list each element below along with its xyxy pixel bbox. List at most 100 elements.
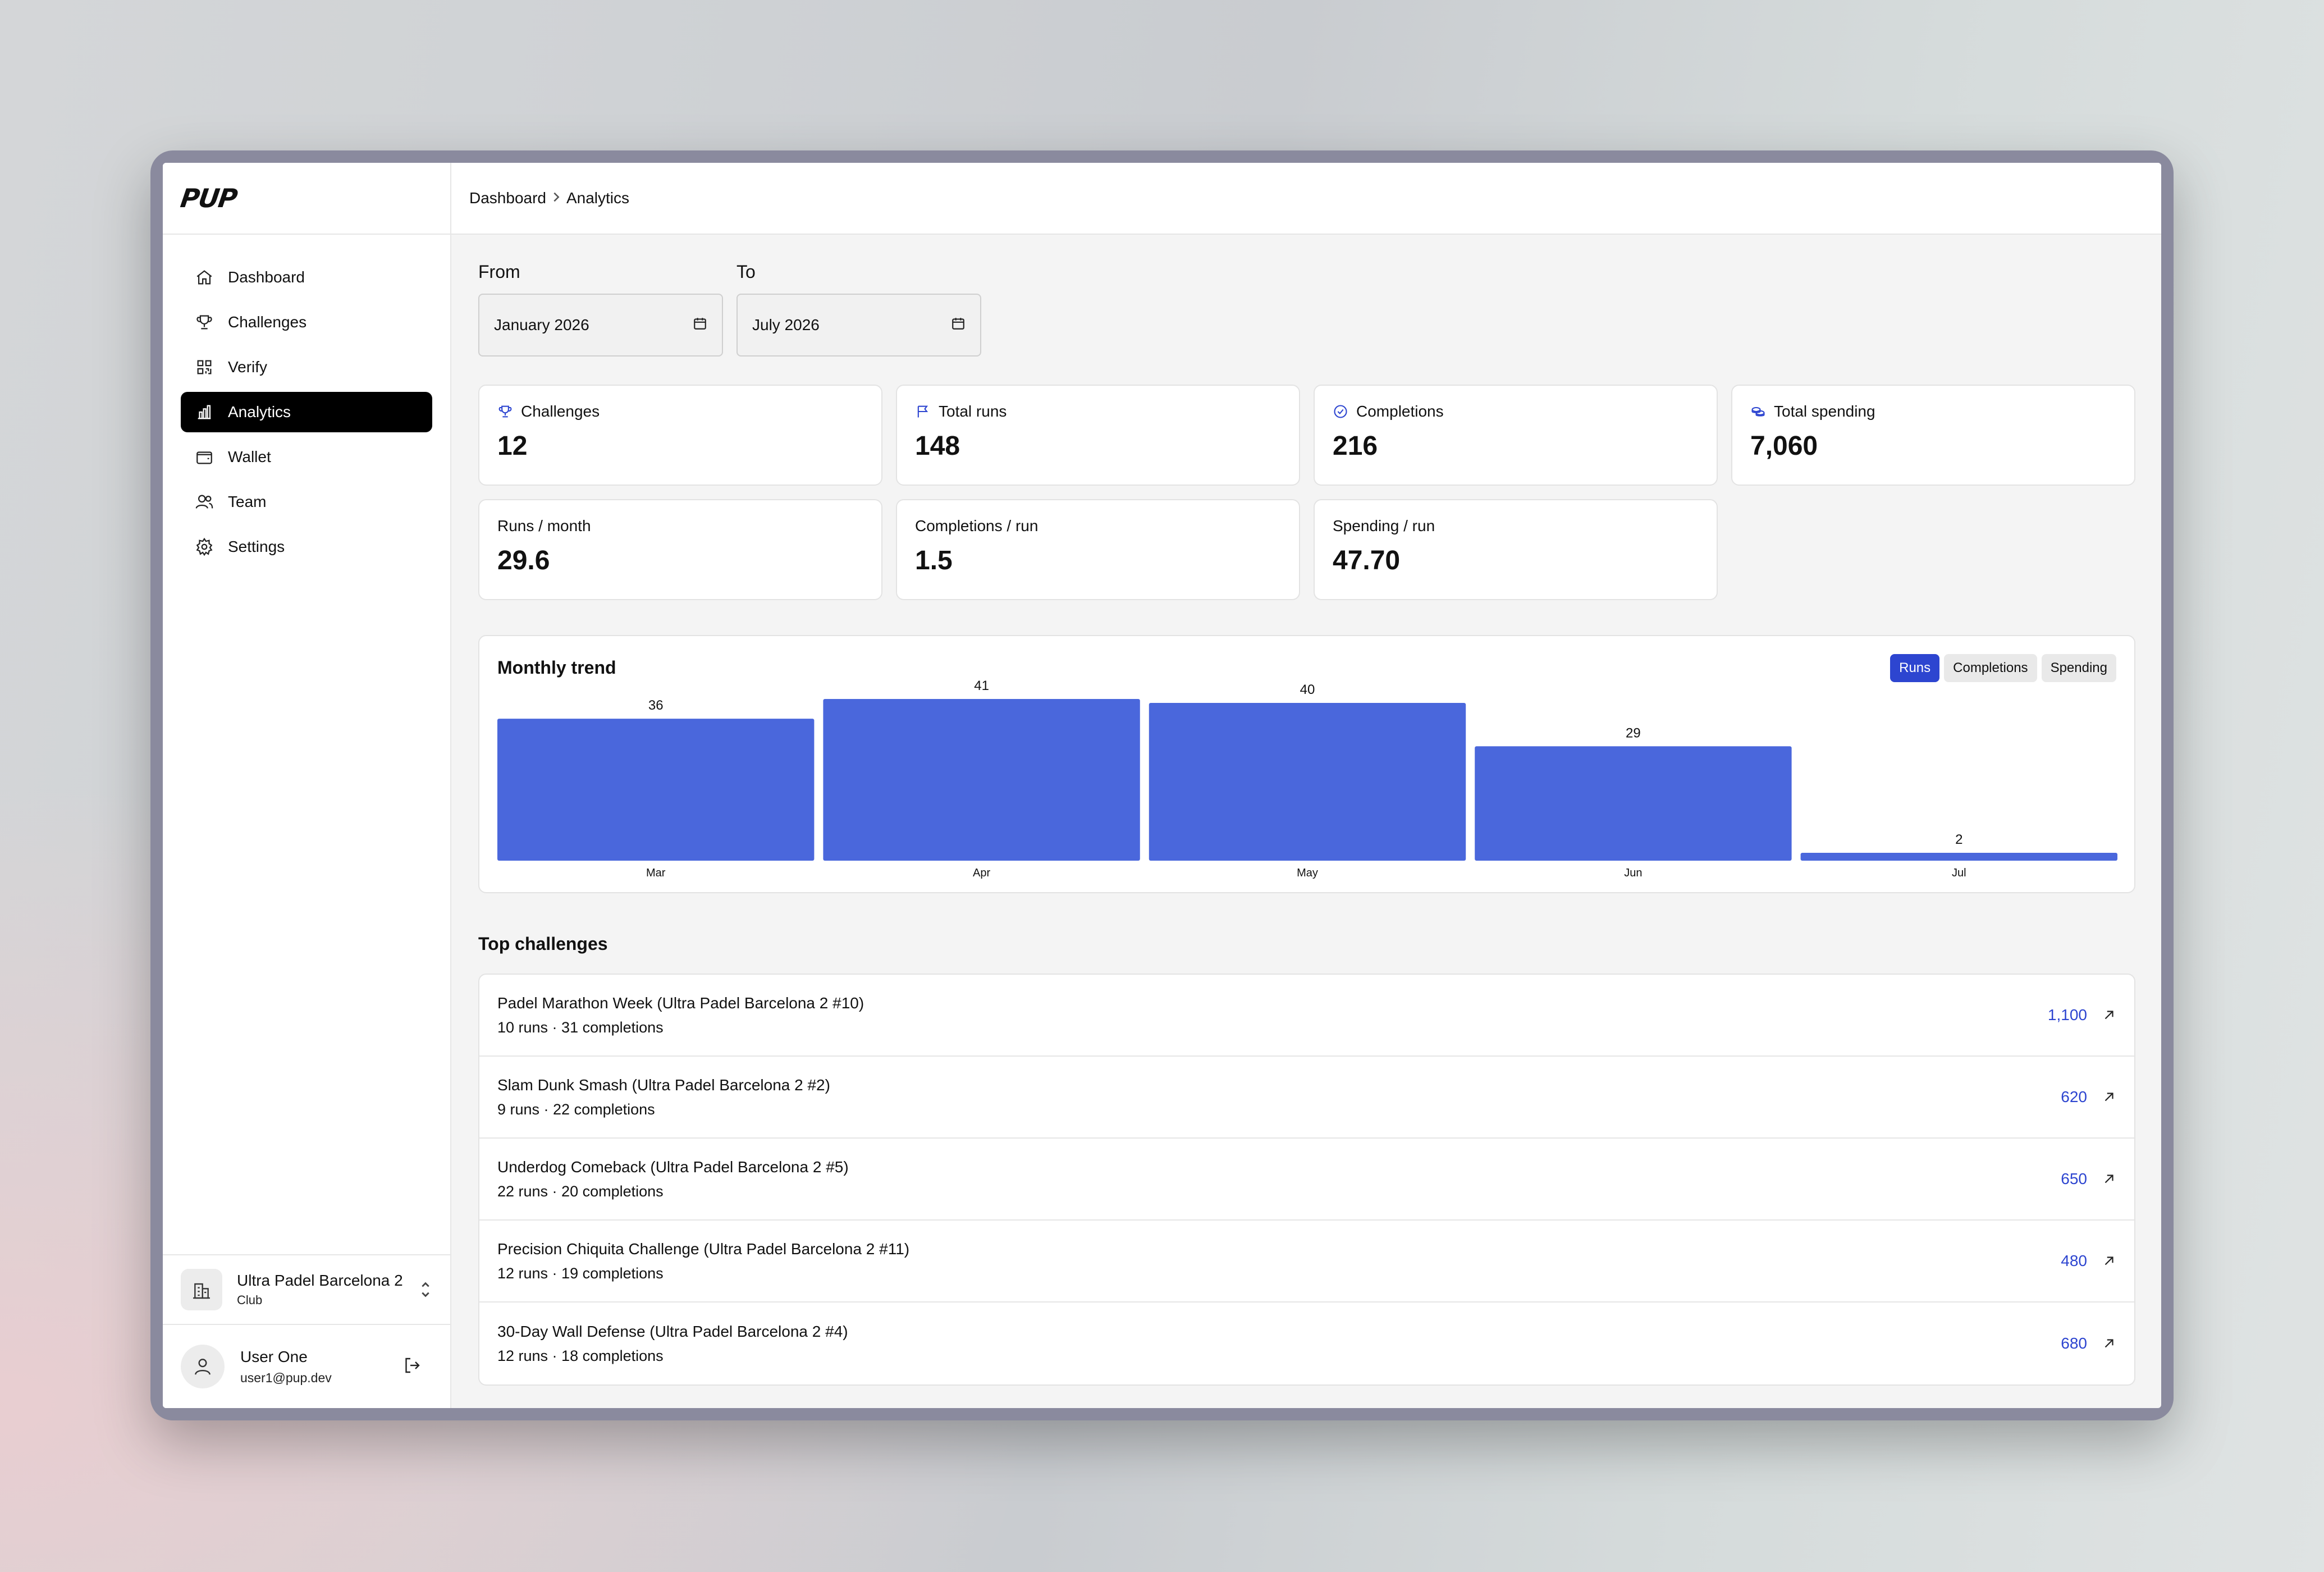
sidebar-item-verify[interactable]: Verify (181, 347, 432, 387)
from-date-value: January 2026 (494, 316, 589, 333)
bar-apr[interactable] (823, 699, 1140, 861)
x-tick-label: Apr (973, 867, 990, 879)
user-info: User One user1@pup.dev (240, 1348, 332, 1386)
stat-value: 216 (1333, 431, 1378, 461)
check-circle-icon (1334, 405, 1347, 418)
arrow-up-right-icon[interactable] (2102, 1254, 2116, 1268)
club-name: Ultra Padel Barcelona 2 (237, 1272, 403, 1289)
stat-label: Spending / run (1333, 517, 1435, 534)
stat-label-text: Total runs (939, 403, 1007, 420)
stat-value: 47.70 (1333, 546, 1401, 575)
stat-label-text: Challenges (521, 403, 600, 420)
bar-may[interactable] (1149, 703, 1466, 861)
club-type: Club (237, 1293, 263, 1307)
breadcrumb-dashboard[interactable]: Dashboard (469, 189, 546, 207)
monthly-trend-card: Monthly trend Runs Completions Spending … (478, 635, 2135, 893)
stat-label: Completions / run (915, 517, 1039, 534)
avatar[interactable] (181, 1345, 225, 1388)
sidebar-item-dashboard[interactable]: Dashboard (181, 257, 432, 298)
x-tick-label: Mar (646, 867, 666, 879)
chevron-up-down-icon[interactable] (419, 1280, 432, 1300)
sidebar-item-label: Team (228, 493, 267, 510)
list-item-info: Underdog Comeback (Ultra Padel Barcelona… (497, 1158, 849, 1200)
to-date-input[interactable]: July 2026 (736, 294, 981, 357)
stat-value: 1.5 (915, 546, 953, 575)
to-filter: To July 2026 (736, 262, 981, 357)
bar-jun[interactable] (1475, 746, 1792, 861)
club-switcher[interactable]: Ultra Padel Barcelona 2 Club (163, 1254, 450, 1324)
stat-card-completions-per-run: Completions / run 1.5 (896, 499, 1300, 600)
challenge-name: Slam Dunk Smash (Ultra Padel Barcelona 2… (497, 1076, 830, 1094)
sidebar-item-label: Wallet (228, 448, 271, 465)
x-tick-label: Jun (1624, 867, 1642, 879)
challenge-name: Precision Chiquita Challenge (Ultra Pade… (497, 1240, 910, 1258)
arrow-up-right-icon[interactable] (2102, 1172, 2116, 1186)
bar-value-label: 36 (648, 698, 664, 713)
calendar-icon[interactable] (693, 316, 707, 335)
list-item[interactable]: Precision Chiquita Challenge (Ultra Pade… (479, 1221, 2134, 1303)
stat-label: Challenges (497, 403, 863, 421)
challenge-name: Padel Marathon Week (Ultra Padel Barcelo… (497, 994, 864, 1012)
coins-icon (1751, 406, 1765, 417)
users-icon (194, 492, 214, 512)
arrow-up-right-icon[interactable] (2102, 1336, 2116, 1351)
from-date-input[interactable]: January 2026 (478, 294, 723, 357)
breadcrumb: Dashboard Analytics (451, 163, 2161, 235)
challenge-name: 30-Day Wall Defense (Ultra Padel Barcelo… (497, 1322, 848, 1340)
sidebar-item-label: Challenges (228, 313, 307, 331)
wallet-icon (194, 447, 214, 467)
to-label: To (736, 262, 756, 282)
app-logo[interactable]: PUP (179, 183, 238, 213)
gear-icon (194, 537, 214, 557)
list-item[interactable]: 30-Day Wall Defense (Ultra Padel Barcelo… (479, 1303, 2134, 1384)
logout-icon[interactable] (402, 1355, 422, 1378)
stat-label: Runs / month (497, 517, 591, 534)
app-window: PUP Dashboard Challenges Verify Analytic… (150, 150, 2174, 1420)
main-content: Dashboard Analytics From January 2026 To… (451, 163, 2161, 1408)
sidebar-item-team[interactable]: Team (181, 482, 432, 522)
list-item-info: Precision Chiquita Challenge (Ultra Pade… (497, 1240, 909, 1282)
stat-value: 29.6 (497, 546, 550, 575)
from-label: From (478, 262, 520, 282)
list-item[interactable]: Slam Dunk Smash (Ultra Padel Barcelona 2… (479, 1057, 2134, 1139)
stat-card-spending-per-run: Spending / run 47.70 (1314, 499, 1718, 600)
challenge-meta: 9 runs · 22 completions (497, 1100, 655, 1118)
stats-grid: Challenges 12 Total runs 148 Completions… (478, 385, 2135, 600)
sidebar-item-wallet[interactable]: Wallet (181, 437, 432, 477)
bar-jul[interactable] (1800, 852, 2117, 861)
club-info: Ultra Padel Barcelona 2 Club (237, 1272, 403, 1308)
challenge-spending: 1,100 (2047, 1006, 2087, 1023)
stat-card-total-spending: Total spending 7,060 (1731, 385, 2135, 486)
challenge-name: Underdog Comeback (Ultra Padel Barcelona… (497, 1158, 849, 1176)
stat-value: 148 (915, 431, 960, 461)
sidebar-item-settings[interactable]: Settings (181, 527, 432, 567)
stat-label-text: Total spending (1774, 403, 1875, 420)
sidebar-nav: Dashboard Challenges Verify Analytics Wa… (163, 235, 450, 594)
flag-icon (917, 405, 928, 418)
analytics-content: From January 2026 To July 2026 Challenge… (451, 235, 2161, 1386)
challenge-spending: 650 (2061, 1170, 2087, 1187)
challenge-meta: 12 runs · 19 completions (497, 1264, 664, 1282)
bar-value-label: 29 (1626, 725, 1641, 741)
stat-label-text: Completions (1356, 403, 1444, 420)
sidebar-item-challenges[interactable]: Challenges (181, 302, 432, 342)
qr-code-icon (194, 357, 214, 377)
bar-mar[interactable] (497, 719, 815, 861)
sidebar-item-label: Analytics (228, 403, 291, 421)
list-item[interactable]: Padel Marathon Week (Ultra Padel Barcelo… (479, 975, 2134, 1057)
stat-label: Completions (1333, 403, 1699, 421)
sidebar-item-label: Verify (228, 358, 268, 376)
trophy-icon (498, 405, 512, 418)
stat-value: 7,060 (1750, 431, 1818, 461)
arrow-up-right-icon[interactable] (2102, 1008, 2116, 1022)
breadcrumb-current: Analytics (566, 189, 630, 207)
challenge-spending: 680 (2061, 1335, 2087, 1352)
arrow-up-right-icon[interactable] (2102, 1090, 2116, 1104)
challenge-meta: 22 runs · 20 completions (497, 1182, 664, 1200)
list-item[interactable]: Underdog Comeback (Ultra Padel Barcelona… (479, 1139, 2134, 1221)
calendar-icon[interactable] (951, 316, 966, 335)
sidebar-item-analytics[interactable]: Analytics (181, 392, 432, 432)
trophy-icon (194, 312, 214, 332)
challenge-meta: 10 runs · 31 completions (497, 1018, 664, 1036)
challenge-spending: 620 (2061, 1088, 2087, 1105)
